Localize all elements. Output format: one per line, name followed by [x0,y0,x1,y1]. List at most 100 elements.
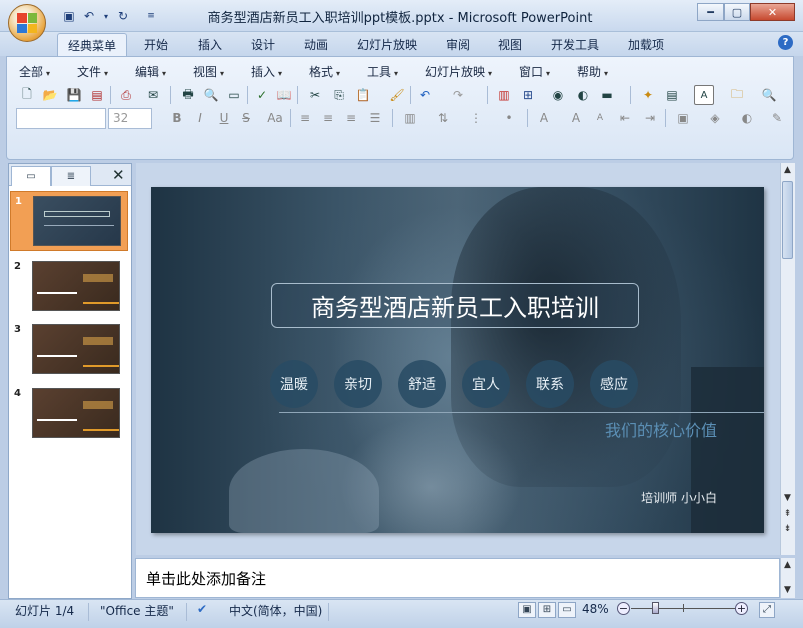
color-grayscale-icon[interactable]: ◐ [573,85,593,105]
slide-thumbnail[interactable]: 4 [10,384,128,444]
value-circle[interactable]: 联系 [526,360,574,408]
theme-name[interactable]: "Office 主题" [100,602,174,619]
scroll-down-icon[interactable]: ▼ [780,493,795,503]
tab-view[interactable]: 视图 [488,33,532,56]
find-icon[interactable]: 🔍 [759,85,779,105]
tab-insert[interactable]: 插入 [188,33,232,56]
redo-icon[interactable]: ↷ [448,85,468,105]
tab-design[interactable]: 设计 [241,33,285,56]
zoom-out-icon[interactable]: − [617,602,630,615]
zoom-level[interactable]: 48% [582,602,609,616]
spell-check-icon[interactable]: ✔ [197,602,207,616]
strikethrough-icon[interactable]: S [236,108,256,128]
tab-developer[interactable]: 开发工具 [541,33,609,56]
new-icon[interactable]: 🗋 [17,85,37,105]
save-icon[interactable]: 💾 [64,85,84,105]
columns-icon[interactable]: ▥ [400,108,420,128]
close-button[interactable]: ✕ [750,3,795,21]
shape-fill-icon[interactable]: ◐ [737,108,757,128]
bold-icon[interactable]: B [167,108,187,128]
help-icon[interactable]: ? [778,35,793,50]
arrange-icon[interactable]: ▣ [673,108,693,128]
slideshow-view-icon[interactable]: ▭ [558,602,576,618]
menu-format[interactable]: 格式 ▾ [309,63,340,81]
justify-icon[interactable]: ☰ [365,108,385,128]
print-icon[interactable]: 🖶 [178,85,198,105]
paste-icon[interactable]: 📋 [353,85,373,105]
fill-color-icon[interactable]: ▬ [597,85,617,105]
hyperlink-icon[interactable]: ◉ [548,85,568,105]
layout-icon[interactable]: ▤ [662,85,682,105]
align-left-icon[interactable]: ≡ [295,108,315,128]
numbering-icon[interactable]: ⋮ [466,108,486,128]
bullets-icon[interactable]: • [499,108,519,128]
cut-icon[interactable]: ✂ [305,85,325,105]
previous-slide-icon[interactable]: ⇞ [780,509,795,519]
text-box-icon[interactable]: A [694,85,714,105]
zoom-slider-thumb[interactable] [652,602,659,614]
menu-all[interactable]: 全部 ▾ [19,63,50,81]
slide-thumbnail[interactable]: 1 [10,191,128,251]
new-slide-icon[interactable]: ✦ [638,85,658,105]
value-circle[interactable]: 宜人 [462,360,510,408]
increase-indent-icon[interactable]: ⇥ [640,108,660,128]
trainer-label[interactable]: 培训师 小小白 [151,489,717,506]
normal-view-icon[interactable]: ▣ [518,602,536,618]
grow-font-icon[interactable]: A [566,108,586,128]
minimize-button[interactable]: ━ [697,3,724,21]
font-name-combo[interactable] [16,108,106,129]
tab-animation[interactable]: 动画 [294,33,338,56]
font-size-combo[interactable]: 32 [108,108,152,129]
tab-classic-menu[interactable]: 经典菜单 [57,33,128,56]
current-slide[interactable]: 商务型酒店新员工入职培训 温暖 亲切 舒适 宜人 联系 感应 我们的核心价值 培… [151,187,764,533]
table-icon[interactable]: ⊞ [518,85,538,105]
permission-icon[interactable]: ▤ [87,85,107,105]
chart-icon[interactable]: ▥ [494,85,514,105]
notes-pane[interactable]: 单击此处添加备注 [135,558,780,598]
scroll-up-icon[interactable]: ▲ [780,165,795,175]
shape-outline-icon[interactable]: ✎ [767,108,787,128]
align-right-icon[interactable]: ≡ [341,108,361,128]
zoom-in-icon[interactable]: + [735,602,748,615]
next-slide-icon[interactable]: ⇟ [780,524,795,534]
print-preview-icon[interactable]: 🔍 [201,85,221,105]
redo-icon[interactable]: ↻ [114,7,132,25]
undo-icon[interactable]: ↶ [415,85,435,105]
folder-icon[interactable]: 🗀 [727,85,747,105]
italic-icon[interactable]: I [190,108,210,128]
slide-title[interactable]: 商务型酒店新员工入职培训 [271,283,639,328]
value-circle[interactable]: 感应 [590,360,638,408]
undo-icon[interactable]: ↶ [80,7,98,25]
text-direction-icon[interactable]: ⇅ [433,108,453,128]
scroll-up-icon[interactable]: ▲ [780,560,795,570]
menu-tools[interactable]: 工具 ▾ [367,63,398,81]
decrease-indent-icon[interactable]: ⇤ [615,108,635,128]
menu-slideshow[interactable]: 幻灯片放映 ▾ [425,63,492,81]
undo-dropdown-icon[interactable]: ▾ [97,7,115,25]
tab-review[interactable]: 审阅 [436,33,480,56]
menu-view[interactable]: 视图 ▾ [193,63,224,81]
slide-thumbnail[interactable]: 3 [10,320,128,380]
research-icon[interactable]: 📖 [274,85,294,105]
shapes-icon[interactable]: ◈ [705,108,725,128]
font-color-icon[interactable]: A [534,108,554,128]
language-indicator[interactable]: 中文(简体，中国) [229,602,322,619]
panel-close-icon[interactable]: ✕ [112,166,125,184]
underline-icon[interactable]: U [214,108,234,128]
menu-window[interactable]: 窗口 ▾ [519,63,550,81]
core-values-label[interactable]: 我们的核心价值 [151,417,717,441]
slide-sorter-icon[interactable]: ⊞ [538,602,556,618]
tab-addins[interactable]: 加载项 [618,33,674,56]
open-icon[interactable]: 📂 [40,85,60,105]
value-circle[interactable]: 舒适 [398,360,446,408]
menu-edit[interactable]: 编辑 ▾ [135,63,166,81]
slide-thumbnail[interactable]: 2 [10,257,128,317]
menu-insert[interactable]: 插入 ▾ [251,63,282,81]
slides-tab[interactable]: ▭ [11,166,51,186]
align-center-icon[interactable]: ≡ [318,108,338,128]
maximize-button[interactable]: ▢ [724,3,750,21]
copy-icon[interactable]: ⎘ [329,85,349,105]
value-circle[interactable]: 亲切 [334,360,382,408]
outline-tab[interactable]: ≣ [51,166,91,186]
tab-slideshow[interactable]: 幻灯片放映 [347,33,427,56]
